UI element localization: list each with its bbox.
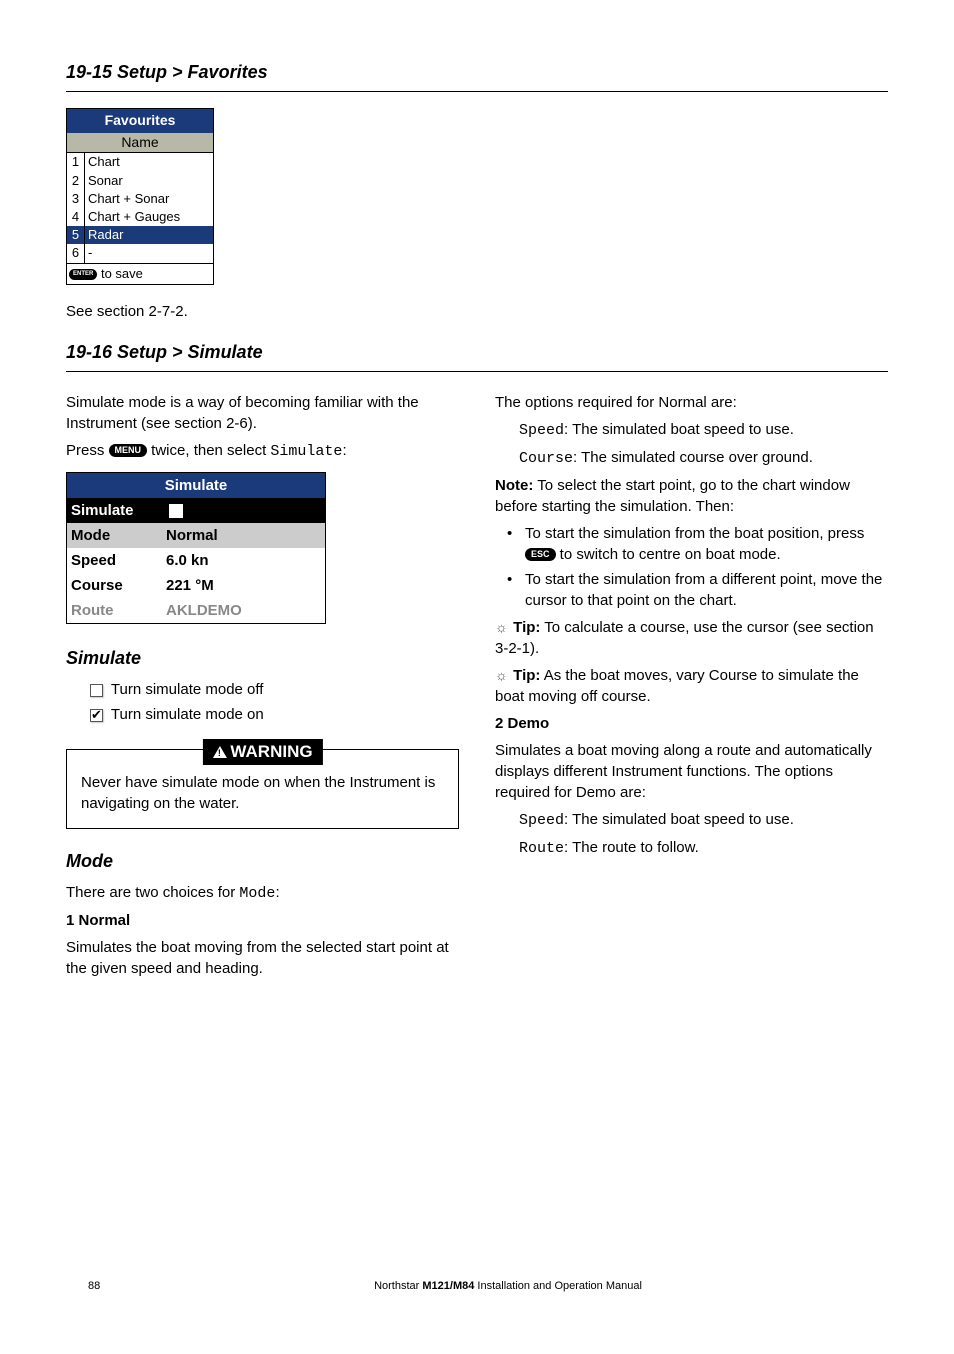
mode-subhead: Mode [66, 849, 459, 874]
warning-text: Never have simulate mode on when the Ins… [81, 774, 435, 812]
checkbox-checked-icon [90, 709, 103, 722]
fav-row-1: 1Chart [67, 153, 213, 171]
sim-value-course: 221 °M [162, 573, 325, 598]
speed-option: Speed: The simulated boat speed to use. [519, 419, 888, 441]
section-title-simulate: 19-16 Setup > Simulate [66, 340, 888, 372]
course-option: Course: The simulated course over ground… [519, 447, 888, 469]
checkbox-empty-icon [90, 684, 103, 697]
fav-row-6: 6- [67, 244, 213, 262]
fav-row-5-selected: 5Radar [67, 226, 213, 244]
tip-icon [495, 669, 509, 683]
sim-value-mode: Normal [162, 523, 325, 548]
sim-label-simulate: Simulate [67, 498, 162, 523]
sim-label-course: Course [67, 573, 162, 598]
favourites-widget: Favourites Name 1Chart 2Sonar 3Chart + S… [66, 108, 214, 285]
page-number: 88 [88, 1279, 128, 1294]
simulate-widget: Simulate Simulate Mode Speed Course Rout… [66, 472, 326, 624]
favourites-header: Favourites [67, 109, 213, 133]
simulate-widget-title: Simulate [67, 473, 325, 498]
fav-row-3: 3Chart + Sonar [67, 190, 213, 208]
see-section-text: See section 2-7-2. [66, 301, 888, 322]
warning-box: WARNING Never have simulate mode on when… [66, 749, 459, 829]
sim-value-speed: 6.0 kn [162, 548, 325, 573]
simulate-subhead: Simulate [66, 646, 459, 671]
section-title-favorites: 19-15 Setup > Favorites [66, 60, 888, 92]
mode-intro: There are two choices for Mode: [66, 882, 459, 904]
bullet-different-point: To start the simulation from a different… [507, 569, 888, 611]
mode-1-normal: 1 Normal [66, 910, 459, 931]
fav-row-2: 2Sonar [67, 172, 213, 190]
favourites-save: ENTER to save [67, 263, 213, 284]
sim-label-route: Route [67, 598, 162, 623]
simulate-off-item: Turn simulate mode off [90, 679, 459, 700]
fav-row-4: 4Chart + Gauges [67, 208, 213, 226]
esc-key-icon: ESC [525, 548, 556, 561]
tip-1: Tip: To calculate a course, use the curs… [495, 617, 888, 659]
note-text: Note: To select the start point, go to t… [495, 475, 888, 517]
start-point-list: To start the simulation from the boat po… [495, 523, 888, 611]
demo-route-option: Route: The route to follow. [519, 837, 888, 859]
press-instruction: Press MENU twice, then select Simulate: [66, 440, 459, 462]
mode-2-demo: 2 Demo [495, 713, 888, 734]
footer-text: Northstar M121/M84 Installation and Oper… [128, 1279, 888, 1294]
demo-speed-option: Speed: The simulated boat speed to use. [519, 809, 888, 831]
menu-key-icon: MENU [109, 444, 148, 457]
warning-label: WARNING [202, 739, 322, 765]
sim-value-route: AKLDEMO [162, 598, 325, 623]
favourites-name-label: Name [67, 133, 213, 154]
mode-1-text: Simulates the boat moving from the selec… [66, 937, 459, 979]
page-footer: 88 Northstar M121/M84 Installation and O… [88, 1279, 888, 1294]
sim-label-speed: Speed [67, 548, 162, 573]
normal-options: The options required for Normal are: [495, 392, 888, 413]
bullet-boat-position: To start the simulation from the boat po… [507, 523, 888, 565]
mode-2-text: Simulates a boat moving along a route an… [495, 740, 888, 803]
simulate-intro: Simulate mode is a way of becoming famil… [66, 392, 459, 434]
sim-label-mode: Mode [67, 523, 162, 548]
enter-key-icon: ENTER [69, 269, 97, 280]
tip-2: Tip: As the boat moves, vary Course to s… [495, 665, 888, 707]
sim-value-simulate [162, 498, 325, 523]
checkbox-icon [169, 504, 183, 518]
warning-triangle-icon [212, 746, 226, 758]
simulate-on-item: Turn simulate mode on [90, 704, 459, 725]
right-column: The options required for Normal are: Spe… [495, 386, 888, 985]
tip-icon [495, 621, 509, 635]
left-column: Simulate mode is a way of becoming famil… [66, 386, 459, 985]
